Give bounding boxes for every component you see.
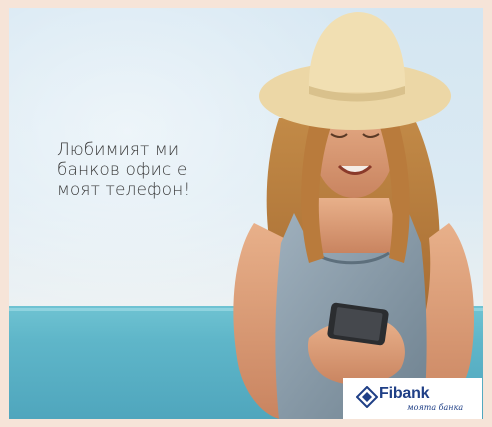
headline: Любимият ми банков офис е моят телефон! [57,140,257,200]
hat-crown [308,12,406,92]
beach-photo: Любимият ми банков офис е моят телефон! [9,8,483,419]
brand-logo: Fibank моята банка [343,378,482,419]
banner-frame: Любимият ми банков офис е моят телефон! … [0,0,492,427]
brand-name: Fibank [379,385,430,402]
woman-with-phone-illustration [233,12,475,419]
headline-line-2: банков офис е [57,160,188,180]
fibank-logo-icon [356,386,378,408]
headline-line-1: Любимият ми [57,140,180,160]
headline-line-3: моят телефон! [57,180,191,200]
brand-tagline: моята банка [407,403,464,412]
